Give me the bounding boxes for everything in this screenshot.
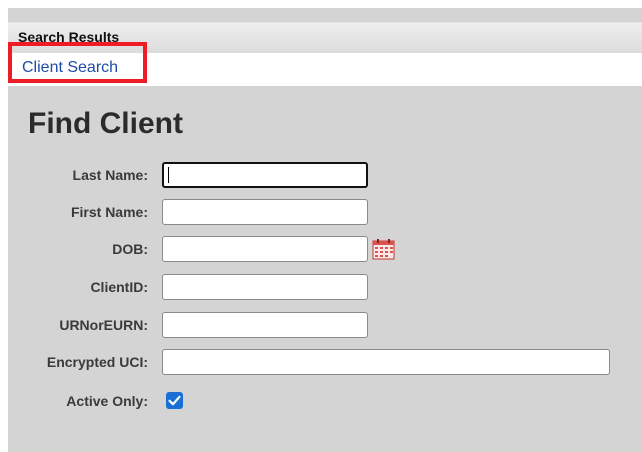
- active-only-checkbox[interactable]: [166, 392, 183, 409]
- first-name-input[interactable]: [162, 199, 368, 225]
- urn-label: URNorEURN:: [59, 317, 148, 333]
- encrypted-uci-input[interactable]: [162, 349, 610, 375]
- last-name-row: Last Name:: [8, 162, 642, 188]
- dob-row: DOB:: [8, 236, 642, 262]
- last-name-input[interactable]: [162, 162, 368, 188]
- dob-label: DOB:: [112, 241, 148, 257]
- urn-row: URNorEURN:: [8, 312, 642, 338]
- page-title: Find Client: [28, 107, 183, 140]
- panel-header: Search Results: [8, 22, 642, 54]
- active-only-label: Active Only:: [66, 393, 148, 409]
- client-search-link[interactable]: Client Search: [22, 59, 118, 77]
- text-caret: [168, 167, 169, 183]
- last-name-label: Last Name:: [72, 167, 148, 183]
- first-name-row: First Name:: [8, 199, 642, 225]
- encrypted-uci-row: Encrypted UCI:: [8, 349, 642, 375]
- client-id-input[interactable]: [162, 274, 368, 300]
- urn-input[interactable]: [162, 312, 368, 338]
- checkmark-icon: [168, 395, 181, 406]
- client-id-label: ClientID:: [90, 279, 148, 295]
- first-name-label: First Name:: [70, 204, 148, 220]
- encrypted-uci-label: Encrypted UCI:: [46, 354, 148, 370]
- dob-input[interactable]: [162, 236, 368, 262]
- link-bar: Client Search: [8, 53, 642, 86]
- search-panel: Search Results Client Search Find Client…: [8, 8, 642, 452]
- active-only-row: Active Only:: [8, 388, 642, 414]
- client-id-row: ClientID:: [8, 274, 642, 300]
- calendar-icon[interactable]: [372, 238, 395, 260]
- panel-title: Search Results: [18, 29, 120, 45]
